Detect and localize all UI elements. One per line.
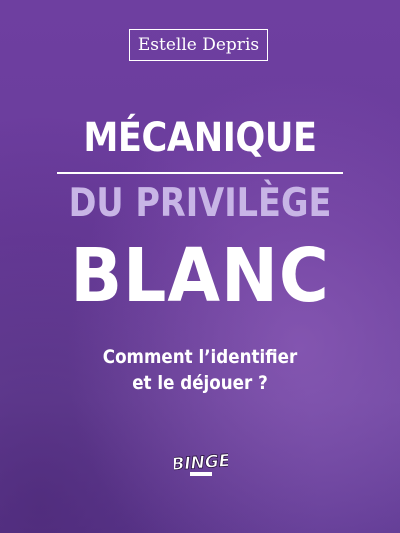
svg-text:BINGE: BINGE: [174, 451, 228, 475]
title-line-1: MÉCANIQUE: [83, 115, 317, 161]
book-cover: Estelle Depris MÉCANIQUE DU PRIVILÈGE BL…: [0, 0, 400, 533]
title-divider: [57, 172, 343, 174]
author-name: Estelle Depris: [129, 29, 268, 61]
subtitle-line-2: et le déjouer ?: [132, 372, 268, 394]
publisher-logo: BINGE: [174, 451, 228, 476]
subtitle: Comment l’identifier et le déjouer ?: [24, 344, 376, 396]
title-line-2: DU PRIVILÈGE: [68, 181, 332, 226]
subtitle-line-1: Comment l’identifier: [102, 346, 298, 368]
title-line-3: BLANC: [70, 233, 330, 319]
